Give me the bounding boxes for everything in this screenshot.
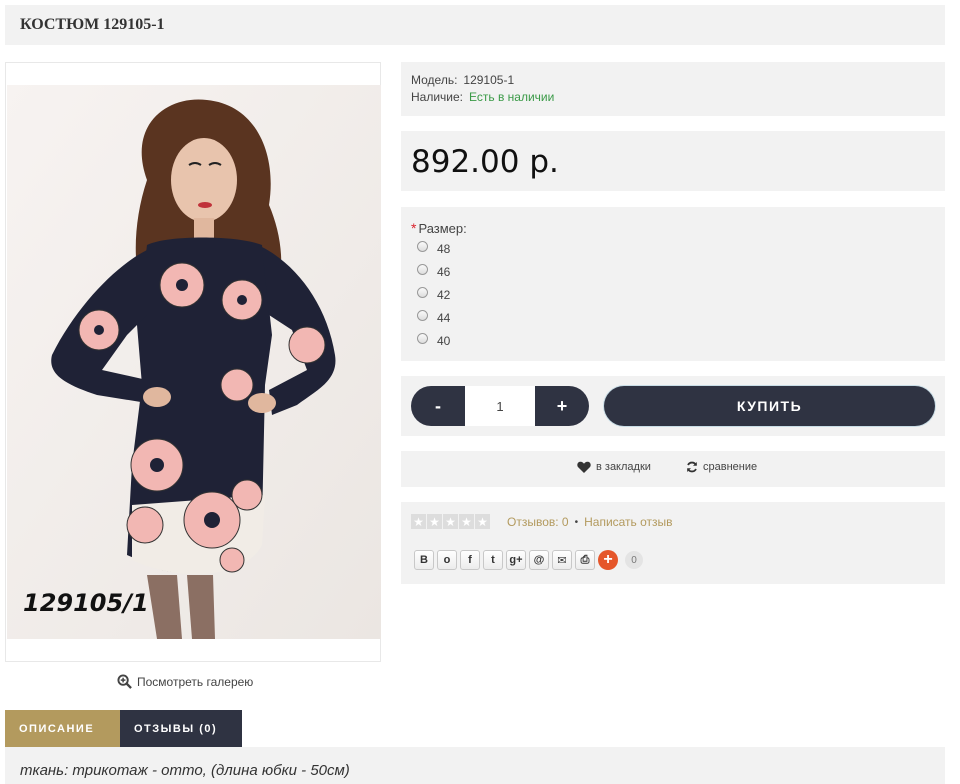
rating-stars: ★ ★ ★ ★ ★ <box>411 514 490 529</box>
model-label: Модель: <box>411 73 458 87</box>
buy-button[interactable]: КУПИТЬ <box>604 386 935 426</box>
star-icon: ★ <box>475 514 490 529</box>
size-option-label: 44 <box>437 311 451 325</box>
product-title-bar: КОСТЮМ 129105-1 <box>5 5 945 45</box>
reviews-count-link[interactable]: Отзывов: 0 <box>507 515 569 529</box>
stock-row: Наличие: Есть в наличии <box>411 90 554 104</box>
size-option-48[interactable]: 48 <box>417 240 451 256</box>
size-option-label: 42 <box>437 288 451 302</box>
more-share-icon[interactable]: + <box>598 550 618 570</box>
view-gallery-link[interactable]: Посмотреть галерею <box>117 674 253 689</box>
heart-icon <box>577 461 591 473</box>
purchase-panel: - 1 + КУПИТЬ <box>401 376 945 436</box>
size-option-label: 46 <box>437 265 451 279</box>
model-value: 129105-1 <box>463 73 515 87</box>
zoom-in-icon <box>117 674 132 689</box>
increase-quantity-button[interactable]: + <box>535 386 589 426</box>
radio-button[interactable] <box>417 332 428 344</box>
size-label: * Размер: <box>411 220 467 236</box>
size-option-42[interactable]: 42 <box>417 286 451 302</box>
compare-label: сравнение <box>703 461 758 473</box>
write-review-link[interactable]: Написать отзыв <box>584 515 672 529</box>
decrease-quantity-button[interactable]: - <box>411 386 465 426</box>
product-image-box[interactable]: 129105/1 <box>5 62 381 662</box>
wishlist-compare-panel: в закладки сравнение <box>401 451 945 487</box>
product-price: 892.00 р. <box>411 144 559 180</box>
refresh-icon <box>687 461 697 473</box>
size-option-40[interactable]: 40 <box>417 332 451 348</box>
size-option-label: 40 <box>437 334 451 348</box>
description-text: ткань: трикотаж - отто, (длина юбки - 50… <box>20 762 350 779</box>
share-count: 0 <box>625 551 643 569</box>
required-mark: * <box>411 220 417 236</box>
stock-label: Наличие: <box>411 90 464 104</box>
wishlist-label: в закладки <box>596 461 651 473</box>
odnoklassniki-share-icon[interactable]: о <box>437 550 457 570</box>
tab-description[interactable]: ОПИСАНИЕ <box>5 710 120 747</box>
size-option-label: 48 <box>437 242 451 256</box>
price-panel: 892.00 р. <box>401 131 945 191</box>
star-icon: ★ <box>427 514 442 529</box>
star-icon: ★ <box>443 514 458 529</box>
size-option-44[interactable]: 44 <box>417 309 451 325</box>
google-plus-share-icon[interactable]: g+ <box>506 550 526 570</box>
radio-button[interactable] <box>417 263 428 275</box>
reviews-share-panel: ★ ★ ★ ★ ★ Отзывов: 0 • Написать отзыв В … <box>401 502 945 584</box>
twitter-share-icon[interactable]: t <box>483 550 503 570</box>
product-info-panel: Модель: 129105-1 Наличие: Есть в наличии <box>401 62 945 116</box>
size-options-panel: * Размер: 48 46 42 44 40 <box>401 207 945 361</box>
radio-button[interactable] <box>417 240 428 252</box>
quantity-stepper: - 1 + <box>411 386 589 426</box>
description-panel: ткань: трикотаж - отто, (длина юбки - 50… <box>5 747 945 784</box>
stock-status: Есть в наличии <box>469 90 555 104</box>
email-share-icon[interactable]: ✉ <box>552 550 572 570</box>
quantity-input[interactable]: 1 <box>465 386 535 426</box>
size-label-text: Размер: <box>418 221 467 236</box>
product-image-caption: 129105/1 <box>23 589 149 617</box>
add-to-compare-link[interactable]: сравнение <box>686 461 757 473</box>
radio-button[interactable] <box>417 286 428 298</box>
model-row: Модель: 129105-1 <box>411 73 514 87</box>
star-icon: ★ <box>411 514 426 529</box>
facebook-share-icon[interactable]: f <box>460 550 480 570</box>
separator: • <box>574 516 579 528</box>
vk-share-icon[interactable]: В <box>414 550 434 570</box>
print-icon[interactable]: ⎙ <box>575 550 595 570</box>
mail-ru-share-icon[interactable]: @ <box>529 550 549 570</box>
product-tabs: ОПИСАНИЕ ОТЗЫВЫ (0) <box>5 710 242 747</box>
product-title: КОСТЮМ 129105-1 <box>20 16 165 33</box>
product-photo[interactable]: 129105/1 <box>7 85 381 639</box>
size-option-46[interactable]: 46 <box>417 263 451 279</box>
product-photo-illustration <box>7 85 381 639</box>
star-icon: ★ <box>459 514 474 529</box>
radio-button[interactable] <box>417 309 428 321</box>
review-links: Отзывов: 0 • Написать отзыв <box>507 515 673 529</box>
tab-reviews[interactable]: ОТЗЫВЫ (0) <box>120 710 242 747</box>
add-to-wishlist-link[interactable]: в закладки <box>577 461 651 473</box>
share-buttons: В о f t g+ @ ✉ ⎙ + 0 <box>414 550 643 570</box>
view-gallery-label: Посмотреть галерею <box>137 674 254 689</box>
